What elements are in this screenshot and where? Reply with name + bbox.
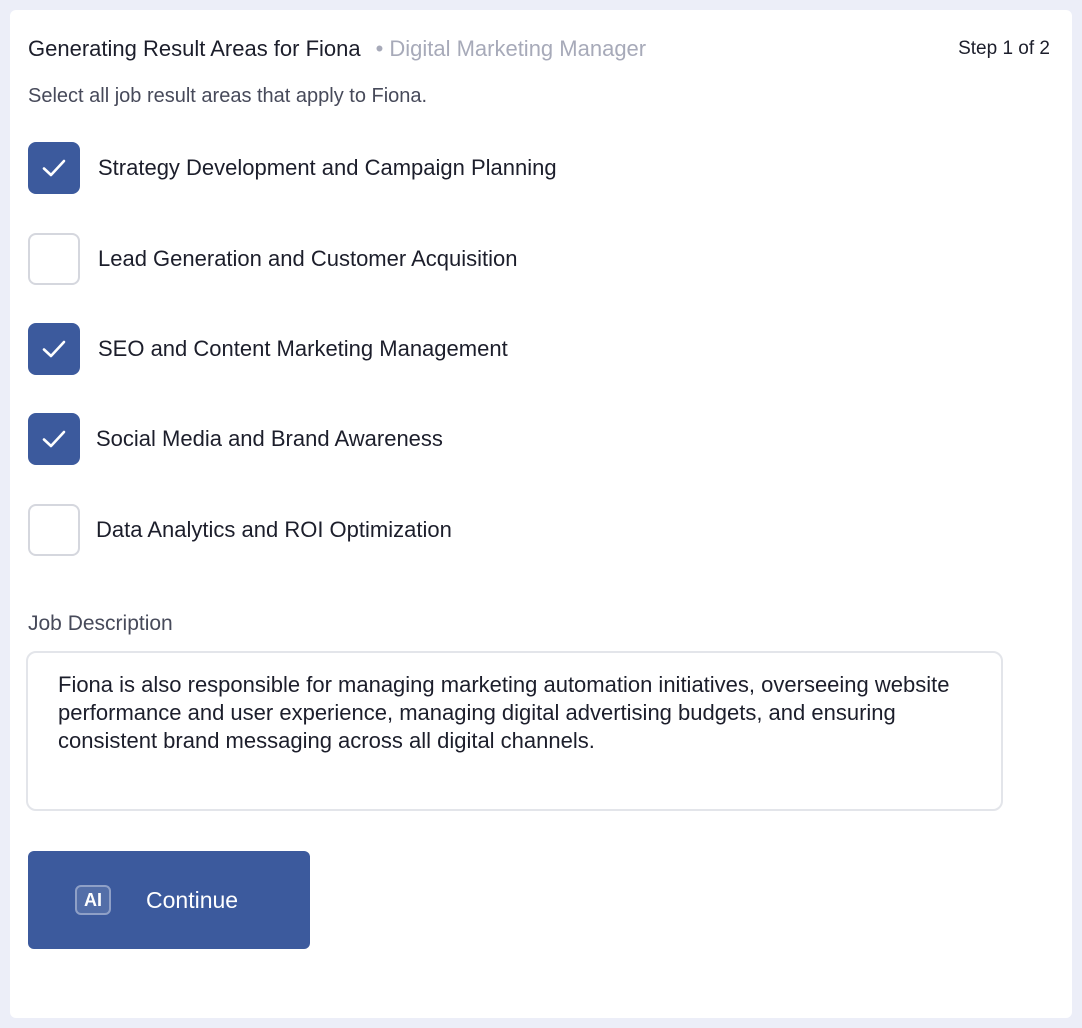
checkmark-icon xyxy=(42,430,66,448)
option-social-media[interactable]: Social Media and Brand Awareness xyxy=(28,413,443,465)
job-description-label: Job Description xyxy=(28,612,173,635)
option-label: Lead Generation and Customer Acquisition xyxy=(98,246,518,271)
option-strategy-development[interactable]: Strategy Development and Campaign Planni… xyxy=(28,142,557,194)
checkbox-checked[interactable] xyxy=(28,413,80,465)
option-lead-generation[interactable]: Lead Generation and Customer Acquisition xyxy=(28,233,517,285)
ai-badge-icon: AI xyxy=(75,885,111,915)
result-areas-card: Generating Result Areas for Fiona • Digit… xyxy=(10,10,1072,1018)
job-description-textarea[interactable]: Fiona is also responsible for managing m… xyxy=(26,651,1003,811)
continue-button[interactable]: AI Continue xyxy=(28,851,310,949)
option-label: Data Analytics and ROI Optimization xyxy=(96,517,452,542)
checkbox-unchecked[interactable] xyxy=(28,504,80,556)
instruction-text: Select all job result areas that apply t… xyxy=(28,85,428,107)
step-indicator: Step 1 of 2 xyxy=(958,38,1050,59)
separator-dot: • xyxy=(375,36,384,61)
checkbox-checked[interactable] xyxy=(28,323,80,375)
job-title-subtitle: • Digital Marketing Manager xyxy=(376,36,646,62)
checkmark-icon xyxy=(42,340,66,358)
checkbox-checked[interactable] xyxy=(28,142,80,194)
option-seo-content[interactable]: SEO and Content Marketing Management xyxy=(28,323,508,375)
page-title: Generating Result Areas for Fiona xyxy=(28,36,361,61)
option-data-analytics[interactable]: Data Analytics and ROI Optimization xyxy=(28,504,452,556)
checkbox-unchecked[interactable] xyxy=(28,233,80,285)
continue-label: Continue xyxy=(146,886,239,913)
option-label: Social Media and Brand Awareness xyxy=(96,426,443,451)
option-label: SEO and Content Marketing Management xyxy=(98,336,508,361)
checkmark-icon xyxy=(42,159,66,177)
header: Generating Result Areas for Fiona • Digit… xyxy=(28,36,646,62)
job-title: Digital Marketing Manager xyxy=(389,36,647,61)
option-label: Strategy Development and Campaign Planni… xyxy=(98,155,557,180)
